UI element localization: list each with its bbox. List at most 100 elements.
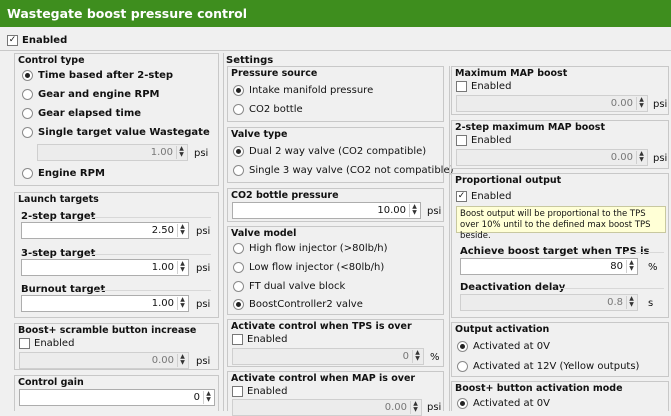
- max-map-value: 0.00: [610, 98, 633, 109]
- deact-input[interactable]: 0.8 ▲ ▼: [460, 294, 638, 311]
- two-step-max-checkbox[interactable]: [456, 135, 467, 146]
- max-map-label: Enabled: [471, 81, 512, 92]
- spinner-icon[interactable]: ▲ ▼: [626, 296, 636, 309]
- option-boostcontroller2: BoostController2 valve: [249, 299, 363, 310]
- achieve-label: Achieve boost target when TPS is: [460, 246, 650, 257]
- scramble-unit: psi: [196, 356, 211, 367]
- radio-gear-elapsed[interactable]: [22, 108, 33, 119]
- map-activate-checkbox[interactable]: [232, 386, 243, 397]
- scramble-input[interactable]: 0.00 ▲ ▼: [19, 352, 189, 369]
- spinner-icon[interactable]: ▲ ▼: [636, 97, 646, 110]
- spinner-icon[interactable]: ▲ ▼: [203, 391, 213, 404]
- radio-activated-0v[interactable]: [457, 341, 468, 352]
- valve-model-group: Valve model High flow injector (>80lb/h)…: [227, 226, 444, 315]
- enabled-checkbox[interactable]: ✓: [7, 35, 18, 46]
- deact-value: 0.8: [607, 297, 623, 308]
- spinner-icon[interactable]: ▲ ▼: [409, 204, 419, 217]
- proportional-checkbox[interactable]: ✓: [456, 191, 467, 202]
- deact-unit: s: [648, 298, 654, 309]
- spinner-icon[interactable]: ▲ ▼: [177, 354, 187, 367]
- option-single-target: Single target value Wastegate: [38, 127, 210, 138]
- map-activate-unit: psi: [427, 402, 442, 413]
- option-time-based: Time based after 2-step: [38, 70, 174, 81]
- radio-engine-rpm[interactable]: [22, 168, 33, 179]
- achieve-input[interactable]: 80 ▲ ▼: [460, 258, 638, 275]
- radio-intake-manifold[interactable]: [233, 85, 244, 96]
- map-activate-group: Activate control when MAP is over Enable…: [227, 371, 444, 416]
- proportional-title: Proportional output: [455, 175, 562, 186]
- burnout-unit: psi: [196, 299, 211, 310]
- option-engine-rpm: Engine RPM: [38, 168, 105, 179]
- max-map-title: Maximum MAP boost: [455, 68, 568, 79]
- tps-activate-input[interactable]: 0 ▲ ▼: [232, 348, 424, 365]
- max-map-group: Maximum MAP boost Enabled 0.00 ▲ ▼ psi: [451, 66, 669, 115]
- tps-activate-title: Activate control when TPS is over: [231, 321, 412, 332]
- radio-boostcontroller2[interactable]: [233, 299, 244, 310]
- control-gain-input[interactable]: 0 ▲ ▼: [19, 389, 215, 406]
- scramble-enabled-checkbox[interactable]: [19, 338, 30, 349]
- radio-activated-12v[interactable]: [457, 361, 468, 372]
- spinner-icon[interactable]: ▲ ▼: [177, 261, 187, 274]
- proportional-group: Proportional output ✓ Enabled Boost outp…: [451, 173, 669, 318]
- map-activate-input[interactable]: 0.00 ▲ ▼: [232, 399, 422, 416]
- tps-activate-label: Enabled: [247, 334, 288, 345]
- valve-model-title: Valve model: [231, 228, 297, 239]
- radio-gear-rpm[interactable]: [22, 89, 33, 100]
- valve-type-group: Valve type Dual 2 way valve (CO2 compati…: [227, 127, 454, 183]
- radio-low-flow[interactable]: [233, 262, 244, 273]
- radio-single-valve[interactable]: [233, 165, 244, 176]
- tps-activate-checkbox[interactable]: [232, 334, 243, 345]
- option-single-valve: Single 3 way valve (CO2 not compatible): [249, 165, 454, 176]
- radio-co2-bottle[interactable]: [233, 104, 244, 115]
- radio-dual-valve[interactable]: [233, 146, 244, 157]
- two-step-max-group: 2-step maximum MAP boost Enabled 0.00 ▲ ▼ …: [451, 120, 669, 169]
- scramble-enabled-label: Enabled: [34, 338, 75, 349]
- option-boost-0v: Activated at 0V: [473, 398, 550, 409]
- single-target-unit: psi: [194, 148, 209, 159]
- enabled-label: Enabled: [22, 35, 68, 46]
- two-step-input[interactable]: 2.50 ▲ ▼: [21, 222, 189, 239]
- launch-targets-title: Launch targets: [18, 194, 99, 205]
- option-ft-dual: FT dual valve block: [249, 281, 346, 292]
- option-intake-manifold: Intake manifold pressure: [249, 85, 374, 96]
- three-step-label: 3-step target: [21, 248, 96, 259]
- spinner-icon[interactable]: ▲ ▼: [636, 151, 646, 164]
- achieve-unit: %: [648, 262, 658, 273]
- two-step-max-input[interactable]: 0.00 ▲ ▼: [456, 149, 648, 166]
- spinner-icon[interactable]: ▲ ▼: [626, 260, 636, 273]
- option-gear-rpm: Gear and engine RPM: [38, 89, 160, 100]
- spinner-icon[interactable]: ▲ ▼: [176, 146, 186, 159]
- burnout-input[interactable]: 1.00 ▲ ▼: [21, 295, 189, 312]
- three-step-input[interactable]: 1.00 ▲ ▼: [21, 259, 189, 276]
- pressure-source-title: Pressure source: [231, 68, 318, 79]
- launch-targets-group: Launch targets 2-step target 2.50 ▲ ▼ psi …: [14, 192, 219, 318]
- tps-activate-unit: %: [430, 352, 440, 363]
- radio-high-flow[interactable]: [233, 243, 244, 254]
- co2-pressure-input[interactable]: 10.00 ▲ ▼: [232, 202, 421, 219]
- spinner-icon[interactable]: ▲ ▼: [412, 350, 422, 363]
- output-activation-group: Output activation Activated at 0V Activa…: [451, 322, 669, 377]
- scramble-value: 0.00: [151, 355, 174, 366]
- max-map-unit: psi: [653, 99, 668, 110]
- radio-single-target[interactable]: [22, 127, 33, 138]
- two-step-max-label: Enabled: [471, 135, 512, 146]
- radio-ft-dual[interactable]: [233, 281, 244, 292]
- burnout-value: 1.00: [151, 298, 174, 309]
- map-activate-label: Enabled: [247, 386, 288, 397]
- spinner-icon[interactable]: ▲ ▼: [177, 297, 187, 310]
- radio-time-based[interactable]: [22, 70, 33, 81]
- pressure-source-group: Pressure source Intake manifold pressure…: [227, 66, 444, 122]
- spinner-icon[interactable]: ▲ ▼: [410, 401, 420, 414]
- achieve-value: 80: [610, 261, 623, 272]
- radio-boost-0v[interactable]: [457, 398, 468, 409]
- two-step-max-unit: psi: [653, 153, 668, 164]
- spinner-icon[interactable]: ▲ ▼: [177, 224, 187, 237]
- max-map-checkbox[interactable]: [456, 81, 467, 92]
- map-activate-value: 0.00: [384, 402, 407, 413]
- max-map-input[interactable]: 0.00 ▲ ▼: [456, 95, 648, 112]
- tps-activate-group: Activate control when TPS is over Enable…: [227, 319, 444, 367]
- deact-label: Deactivation delay: [460, 282, 566, 293]
- proportional-info: Boost output will be proportional to the…: [456, 206, 666, 241]
- panel-title: Wastegate boost pressure control: [0, 0, 671, 27]
- single-target-input[interactable]: 1.00 ▲ ▼: [37, 144, 188, 161]
